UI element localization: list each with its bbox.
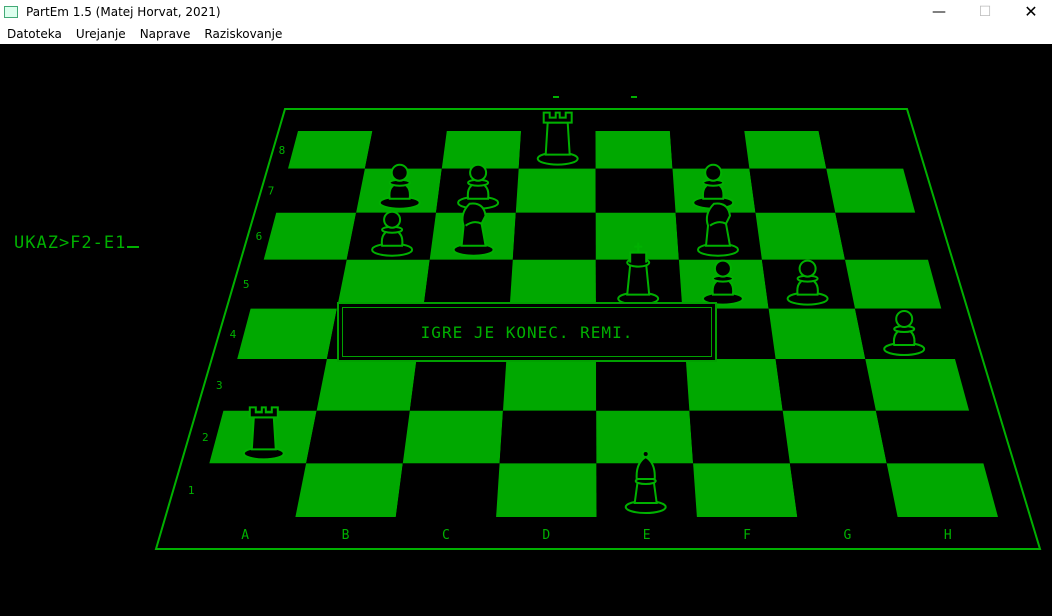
title-bar: PartEm 1.5 (Matej Horvat, 2021) — ☐ ✕ <box>0 0 1052 24</box>
square-a3 <box>223 359 327 411</box>
square-a6 <box>263 212 357 260</box>
square-g4 <box>768 308 866 359</box>
close-button[interactable]: ✕ <box>1008 0 1052 24</box>
app-icon <box>4 6 18 18</box>
square-d6 <box>512 212 596 260</box>
rank-label: 4 <box>230 328 237 341</box>
square-a5 <box>250 259 347 309</box>
square-c2 <box>402 410 503 464</box>
command-text: UKAZ>F2-E1 <box>14 233 127 253</box>
square-g6 <box>755 212 845 260</box>
rank-label: 8 <box>279 144 286 157</box>
file-label: F <box>743 528 751 543</box>
file-label: D <box>542 528 550 543</box>
file-label: G <box>844 528 852 543</box>
square-e7 <box>595 168 676 213</box>
square-h7 <box>826 168 916 213</box>
menu-naprave[interactable]: Naprave <box>133 27 198 41</box>
rank-label: 1 <box>188 484 195 497</box>
square-f2 <box>689 410 790 464</box>
square-b8 <box>364 131 447 169</box>
rank-label: 7 <box>268 185 275 198</box>
menu-datoteka[interactable]: Datoteka <box>0 27 69 41</box>
square-b3 <box>316 359 417 411</box>
square-g7 <box>749 168 836 213</box>
square-a7 <box>276 168 365 213</box>
maximize-button[interactable]: ☐ <box>962 0 1008 24</box>
rank-label: 3 <box>216 379 223 392</box>
square-c1 <box>395 463 500 517</box>
square-d7 <box>515 168 596 213</box>
file-label: A <box>241 528 249 543</box>
square-h8 <box>818 131 904 169</box>
window-title: PartEm 1.5 (Matej Horvat, 2021) <box>26 5 221 19</box>
rank-label: 6 <box>256 230 263 243</box>
square-g1 <box>789 463 898 517</box>
command-prompt: UKAZ>F2-E1 <box>14 233 140 253</box>
square-a8 <box>288 131 373 169</box>
rank-label: 5 <box>243 278 250 291</box>
square-b1 <box>295 463 403 517</box>
menu-raziskovanje[interactable]: Raziskovanje <box>197 27 289 41</box>
rank-label: 2 <box>202 431 209 444</box>
square-e8 <box>595 131 673 169</box>
square-c3 <box>409 359 507 411</box>
file-label: H <box>944 528 952 543</box>
game-over-dialog: IGRE JE KONEC. REMI. <box>337 302 717 362</box>
file-label: E <box>643 528 651 543</box>
square-d3 <box>503 359 597 411</box>
square-b2 <box>306 410 410 464</box>
square-f8 <box>669 131 750 169</box>
emulator-screen[interactable]: A B C D E F G H 1 2 3 4 5 6 7 8 UKAZ>F2-E1 IGRE JE KONE… <box>0 44 1052 616</box>
file-label: C <box>442 528 450 543</box>
text-cursor <box>127 246 140 248</box>
square-h6 <box>835 212 928 260</box>
square-a1 <box>195 463 307 517</box>
square-e3 <box>596 359 690 411</box>
square-h5 <box>845 259 942 309</box>
square-a4 <box>237 308 337 359</box>
dialog-message: IGRE JE KONEC. REMI. <box>420 322 634 342</box>
square-g8 <box>744 131 827 169</box>
square-g3 <box>775 359 876 411</box>
square-c8 <box>441 131 522 169</box>
menu-bar: Datoteka Urejanje Naprave Raziskovanje <box>0 24 1052 44</box>
square-h1 <box>886 463 998 517</box>
square-f1 <box>693 463 798 517</box>
square-d1 <box>496 463 597 517</box>
file-label: B <box>342 528 350 543</box>
menu-urejanje[interactable]: Urejanje <box>69 27 133 41</box>
square-d2 <box>499 410 597 464</box>
square-h3 <box>865 359 970 411</box>
square-h2 <box>875 410 984 464</box>
square-f3 <box>685 359 783 411</box>
minimize-button[interactable]: — <box>916 0 962 24</box>
square-g2 <box>782 410 887 464</box>
